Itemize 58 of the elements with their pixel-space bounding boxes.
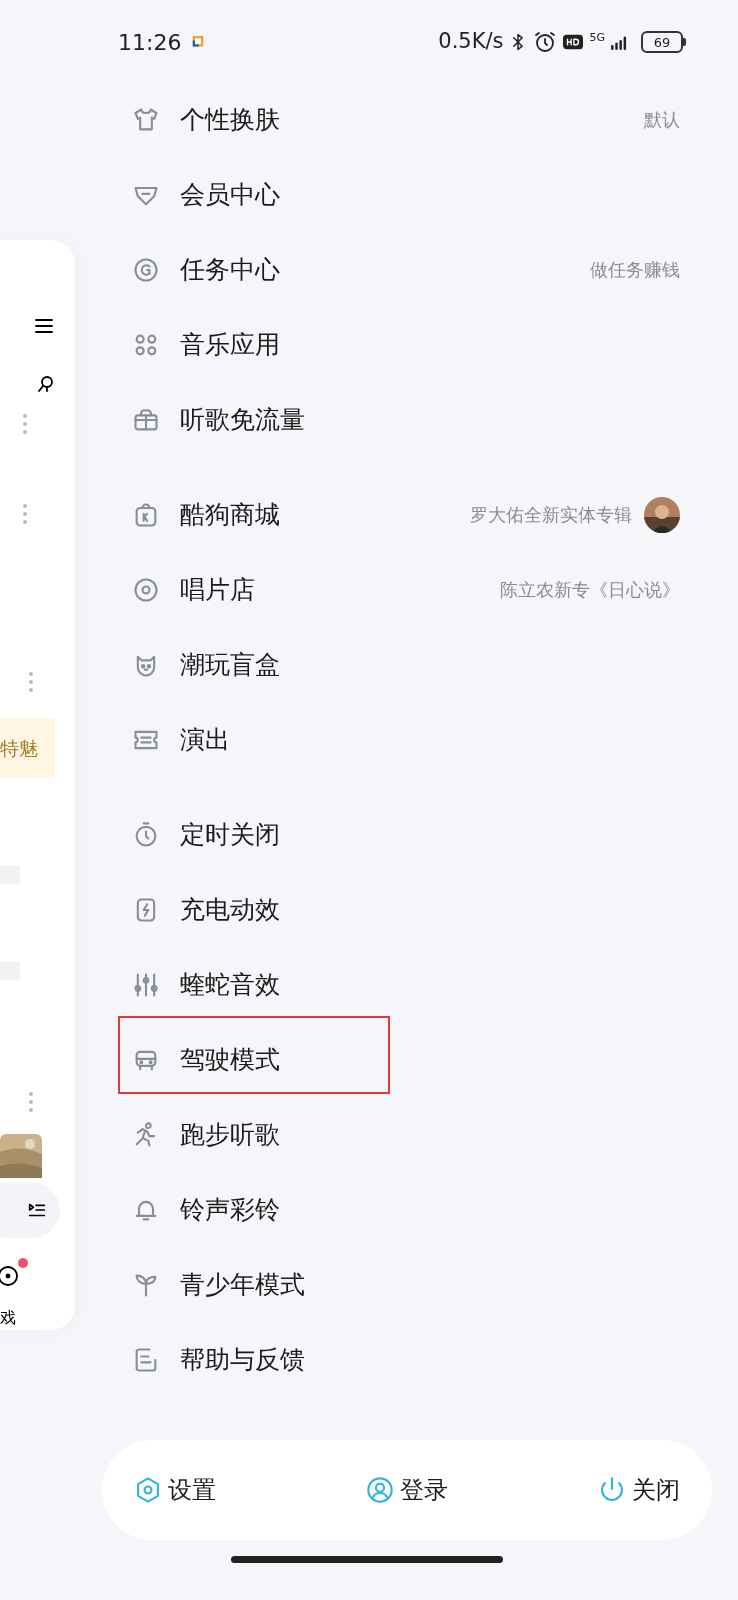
menu-label: 演出 — [180, 723, 230, 756]
menu-label: 潮玩盲盒 — [180, 648, 280, 681]
menu-label: 听歌免流量 — [180, 403, 305, 436]
disc-icon — [132, 575, 160, 604]
bottom-button[interactable]: 登录 — [366, 1472, 448, 1508]
menu-item[interactable]: 蝰蛇音效 — [118, 947, 738, 1022]
more-icon[interactable] — [29, 672, 33, 692]
bottom-button[interactable]: 关闭 — [598, 1472, 680, 1508]
menu-label: 定时关闭 — [180, 818, 280, 851]
status-time: 11:26 — [118, 28, 182, 57]
user-icon — [366, 1476, 394, 1504]
menu-item[interactable]: 酷狗商城 罗大佑全新实体专辑 — [118, 477, 738, 552]
menu-item[interactable]: 听歌免流量 — [118, 382, 738, 457]
menu-item[interactable]: 潮玩盲盒 — [118, 627, 738, 702]
menu-label: 充电动效 — [180, 893, 280, 926]
menu-label: 唱片店 — [180, 573, 255, 606]
menu-item[interactable]: 充电动效 — [118, 872, 738, 947]
menu-item[interactable]: 会员中心 — [118, 157, 738, 232]
menu-note: 默认 — [644, 108, 680, 132]
menu-item[interactable]: 定时关闭 — [118, 797, 738, 872]
menu-item[interactable]: 铃声彩铃 — [118, 1172, 738, 1247]
menu-label: 跑步听歌 — [180, 1118, 280, 1151]
menu-label: 酷狗商城 — [180, 498, 280, 531]
tab-label[interactable]: 戏 — [0, 1306, 16, 1330]
menu-item[interactable]: 唱片店 陈立农新专《日心说》 — [118, 552, 738, 627]
menu-item[interactable]: 音乐应用 — [118, 307, 738, 382]
menu-label: 蝰蛇音效 — [180, 968, 280, 1001]
settings-icon — [134, 1476, 162, 1504]
bottom-button[interactable]: 设置 — [134, 1472, 216, 1508]
menu-label: 青少年模式 — [180, 1268, 305, 1301]
more-icon[interactable] — [23, 414, 27, 434]
network-type: 5G — [589, 32, 605, 43]
menu-label: 个性换肤 — [180, 103, 280, 136]
menu-item[interactable]: 个性换肤 默认 — [118, 82, 738, 157]
alarm-icon — [533, 30, 558, 54]
network-speed: 0.5K/s — [438, 28, 504, 56]
menu-item[interactable]: 青少年模式 — [118, 1247, 738, 1322]
banner-text: 特魅 — [0, 735, 38, 761]
menu-label: 帮助与反馈 — [180, 1343, 305, 1376]
menu-item[interactable]: 演出 — [118, 702, 738, 777]
menu-note: 陈立农新专《日心说》 — [500, 578, 680, 602]
menu-item[interactable]: 跑步听歌 — [118, 1097, 738, 1172]
menu-item[interactable]: 帮助与反馈 — [118, 1322, 738, 1397]
menu-note: 做任务赚钱 — [590, 258, 680, 282]
menu-item[interactable]: 任务中心 做任务赚钱 — [118, 232, 738, 307]
menu-note: 罗大佑全新实体专辑 — [470, 503, 632, 527]
more-icon[interactable] — [29, 1092, 33, 1112]
battery-icon: 69 — [641, 31, 683, 53]
menu-label: 驾驶模式 — [180, 1043, 280, 1076]
battery-tip — [683, 38, 686, 46]
menu-label: 铃声彩铃 — [180, 1193, 280, 1226]
menu-label: 音乐应用 — [180, 328, 280, 361]
menu-label: 会员中心 — [180, 178, 280, 211]
menu-label: 任务中心 — [180, 253, 280, 286]
more-icon[interactable] — [23, 504, 27, 524]
menu-item[interactable]: 驾驶模式 — [118, 1022, 738, 1097]
power-icon — [598, 1476, 626, 1504]
coin-icon — [132, 255, 160, 284]
